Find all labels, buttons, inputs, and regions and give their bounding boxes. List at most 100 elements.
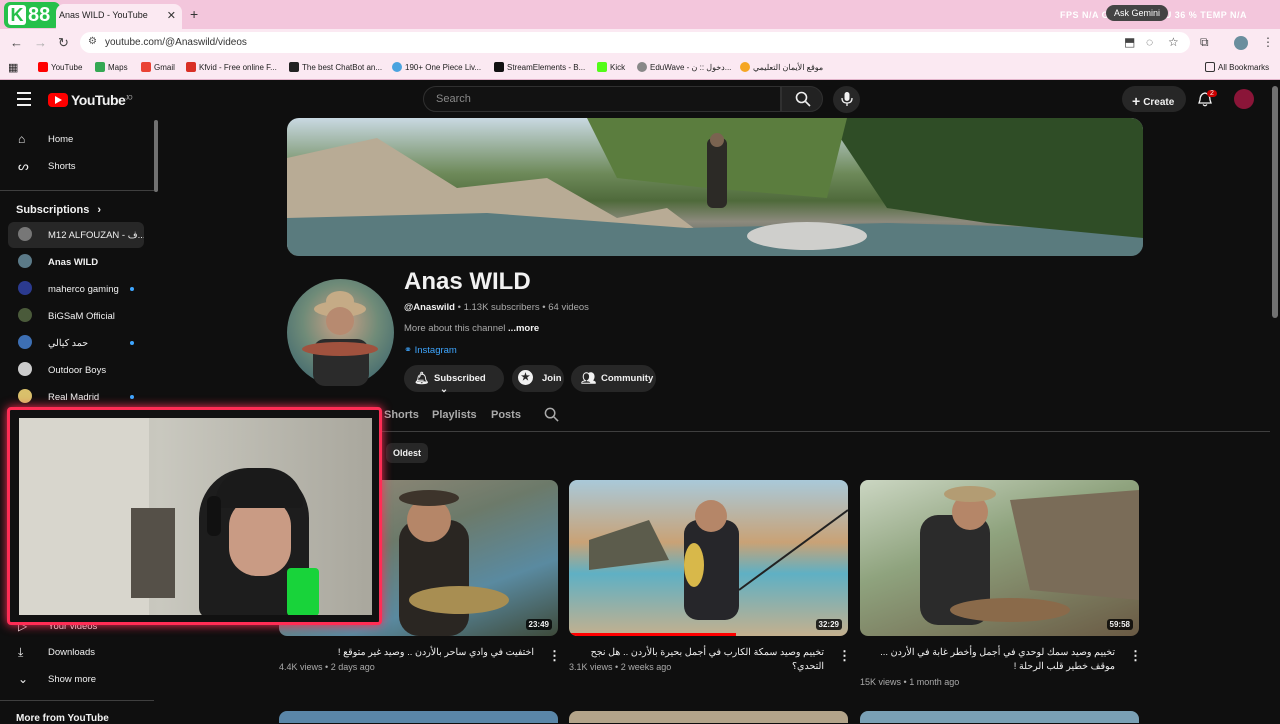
subscription-item[interactable]: حمد كيالي [8, 330, 144, 356]
close-tab-icon[interactable]: ✕ [167, 9, 176, 22]
banner-landscape-image [287, 118, 1143, 256]
subscribed-button[interactable]: 🔔︎ Subscribed ⌄ [404, 365, 504, 395]
next-row-thumbnail[interactable] [279, 711, 558, 723]
account-avatar[interactable] [1234, 89, 1254, 109]
bookmark-item[interactable]: Kick [597, 62, 625, 72]
more-from-youtube-heading: More from YouTube [16, 713, 109, 724]
profile-icon[interactable] [1234, 36, 1248, 50]
filter-chip-oldest[interactable]: Oldest [386, 443, 428, 463]
address-input[interactable]: ⚙ youtube.com/@Anaswild/videos ⬒ ◌ ☆ [80, 32, 1190, 53]
bookmark-item[interactable]: The best ChatBot an... [289, 62, 382, 72]
video-more-options-icon[interactable]: ⋮ [838, 648, 851, 664]
create-button[interactable]: + Create [1122, 86, 1186, 112]
video-more-options-icon[interactable]: ⋮ [548, 648, 561, 664]
forward-icon[interactable]: → [34, 35, 47, 50]
browser-tab[interactable]: Anas WILD - YouTube ✕ [56, 4, 182, 29]
about-text: More about this channel [404, 323, 506, 334]
subscription-item[interactable]: maherco gaming [8, 276, 144, 302]
apps-grid-icon[interactable]: ▦ [8, 61, 18, 74]
voice-search-button[interactable] [833, 86, 860, 113]
tab-playlists[interactable]: Playlists [432, 409, 477, 421]
subscription-item[interactable]: Outdoor Boys [8, 357, 144, 383]
channel-avatar-large[interactable] [287, 279, 394, 386]
chevron-right-icon: › [97, 204, 102, 216]
site-info-icon[interactable]: ⚙ [88, 36, 97, 47]
divider [0, 190, 154, 191]
join-button[interactable]: ★ Join [512, 365, 564, 392]
video-duration: 32:29 [815, 619, 842, 630]
video-thumbnail[interactable]: 32:29 [569, 480, 848, 636]
video-views: 3.1K views [569, 662, 613, 672]
sidebar-item-label: Downloads [48, 647, 95, 658]
video-age: 2 weeks ago [620, 662, 672, 672]
video-thumbnail[interactable]: 59:58 [860, 480, 1139, 636]
ask-gemini-button[interactable]: Ask Gemini [1106, 5, 1169, 21]
bookmark-label: Gmail [154, 63, 175, 72]
page-scrollbar[interactable] [1272, 86, 1278, 318]
browser-tab-title: Anas WILD - YouTube [59, 10, 148, 20]
bookmark-label: Kfvid - Free online F... [199, 63, 277, 72]
join-star-icon: ★ [518, 370, 533, 385]
search-input[interactable]: Search [423, 86, 781, 112]
channel-search-icon[interactable] [544, 407, 559, 425]
bookmark-favicon [597, 62, 607, 72]
subscription-item[interactable]: BiGSaM Official [8, 303, 144, 329]
sidebar-item-label: Show more [48, 674, 97, 685]
bell-icon: 🔔︎ [414, 371, 430, 385]
bookmark-item[interactable]: Maps [95, 62, 128, 72]
browser-toolbar: ← → ↻ ⚙ youtube.com/@Anaswild/videos ⬒ ◌… [0, 29, 1280, 56]
headphones [207, 496, 221, 536]
bookmark-star-icon[interactable]: ☆ [1168, 35, 1179, 49]
subscriptions-heading[interactable]: Subscriptions › [16, 204, 101, 216]
extensions-icon[interactable]: ⧉ [1200, 35, 1209, 50]
community-button[interactable]: 👥︎ Community [571, 365, 656, 392]
channel-about[interactable]: More about this channel ...more [404, 323, 539, 334]
next-row-thumbnail[interactable] [860, 711, 1139, 723]
bookmark-item[interactable]: 190+ One Piece Liv... [392, 62, 481, 72]
bookmark-item[interactable]: EduWave - دخول :: ن... [637, 62, 731, 72]
all-bookmarks-folder[interactable]: All Bookmarks [1205, 62, 1269, 72]
new-tab-icon[interactable]: + [190, 6, 198, 22]
bookmark-item[interactable]: StreamElements - B... [494, 62, 585, 72]
subscriptions-title: Subscriptions [16, 204, 90, 216]
browser-menu-icon[interactable]: ⋮ [1262, 35, 1274, 49]
bookmark-label: Kick [610, 63, 626, 72]
sidebar-show-more[interactable]: ⌄ Show more [8, 666, 144, 692]
bookmark-favicon [38, 62, 48, 72]
subscription-item[interactable]: Anas WILD [8, 249, 144, 275]
new-content-dot [130, 287, 134, 291]
tab-shorts[interactable]: Shorts [384, 409, 419, 421]
channel-instagram-link[interactable]: ⚭ Instagram [404, 345, 457, 356]
next-row-thumbnail[interactable] [569, 711, 848, 723]
install-app-icon[interactable]: ⬒ [1124, 35, 1135, 49]
tab-posts[interactable]: Posts [491, 409, 521, 421]
thumbnail-image [589, 500, 848, 620]
menu-hamburger-icon[interactable] [17, 92, 31, 110]
channel-avatar [18, 281, 32, 295]
eye-off-icon[interactable]: ◌ [1146, 35, 1153, 49]
youtube-logo[interactable]: YouTubeJO [48, 92, 132, 108]
sidebar-item-home[interactable]: ⌂ Home [8, 126, 144, 152]
bookmark-favicon [141, 62, 151, 72]
subscription-item[interactable]: M12 ALFOUZAN - ف... [8, 222, 144, 248]
sidebar-scrollbar[interactable] [154, 120, 158, 192]
divider [0, 700, 154, 701]
bookmark-item[interactable]: Gmail [141, 62, 175, 72]
sidebar-item-label: Shorts [48, 161, 76, 172]
bookmark-favicon [637, 62, 647, 72]
video-title[interactable]: تخييم وصيد سمك لوحدي في أجمل وأخطر غابة … [860, 646, 1115, 674]
video-title[interactable]: اختفيت في وادي ساحر بالأردن .. وصيد غير … [279, 646, 534, 660]
sidebar-item-downloads[interactable]: ⤓ Downloads [8, 639, 144, 665]
sidebar-item-shorts[interactable]: ᔕ Shorts [8, 153, 144, 179]
bookmark-item[interactable]: موقع الأيمان التعليمي [740, 62, 823, 72]
about-more-link[interactable]: ...more [508, 323, 539, 334]
search-button[interactable] [781, 86, 823, 112]
reload-icon[interactable]: ↻ [58, 35, 69, 51]
back-icon[interactable]: ← [10, 35, 23, 50]
bookmark-item[interactable]: YouTube [38, 62, 82, 72]
bookmark-item[interactable]: Kfvid - Free online F... [186, 62, 277, 72]
search-icon [795, 91, 811, 107]
channel-avatar [18, 335, 32, 349]
subscribed-label: Subscribed [434, 373, 486, 384]
video-more-options-icon[interactable]: ⋮ [1129, 648, 1142, 664]
